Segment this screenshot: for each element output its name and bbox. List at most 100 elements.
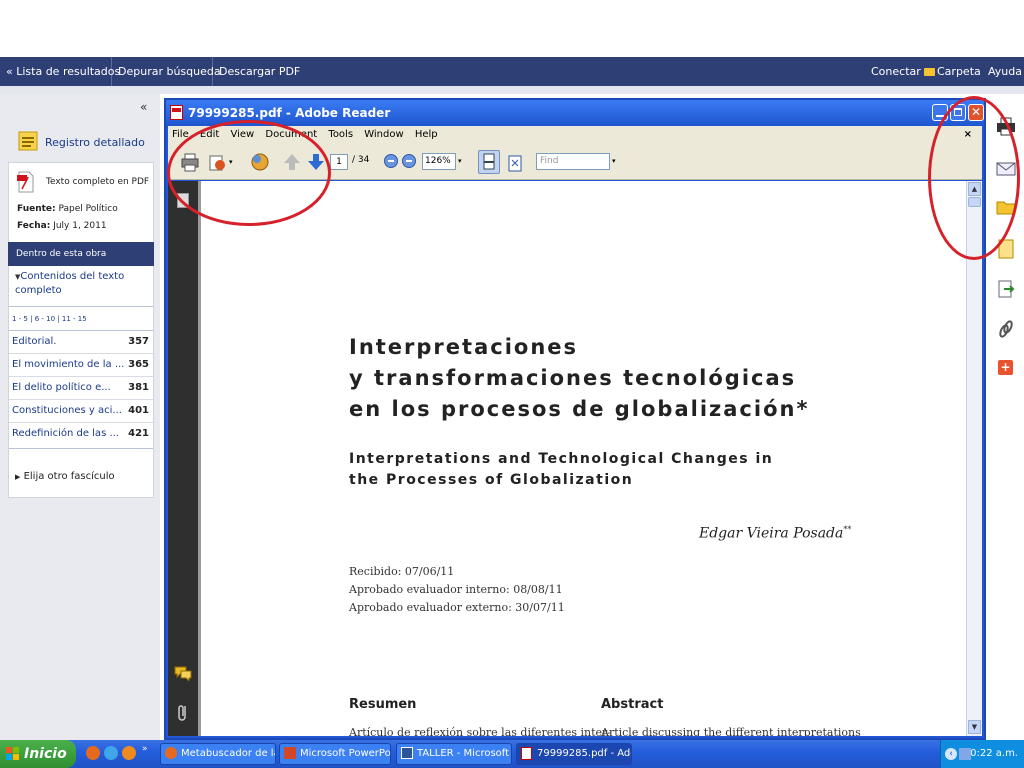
divider	[9, 399, 153, 400]
divider	[9, 376, 153, 377]
item-page: 401	[128, 405, 149, 416]
word-icon	[401, 747, 413, 759]
title-line: Interpretaciones	[349, 335, 579, 359]
clock: 10:22 a.m.	[963, 748, 1018, 759]
nav-divider	[0, 86, 1024, 94]
pdf-app-icon	[170, 105, 183, 120]
zoom-select[interactable]: 126%	[422, 153, 456, 170]
collapse-sidebar-button[interactable]: «	[140, 100, 147, 114]
abstract-heading: Abstract	[601, 697, 664, 712]
page-range-nav: 1 - 5 | 6 - 10 | 11 - 15	[12, 315, 87, 323]
author: Edgar Vieira Posada**	[699, 525, 851, 542]
folder-link[interactable]: Carpeta	[924, 57, 981, 86]
help-link[interactable]: Ayuda	[988, 57, 1022, 86]
date-label: Fecha:	[17, 221, 51, 231]
folder-label: Carpeta	[937, 65, 981, 78]
plus-icon: +	[1000, 360, 1011, 374]
export-button[interactable]	[995, 278, 1017, 300]
list-item[interactable]: El delito político e... 381	[9, 382, 153, 393]
detailed-record-link[interactable]: Registro detallado	[45, 136, 145, 149]
taskbar-item[interactable]: Microsoft PowerPoint ...	[279, 743, 391, 765]
export-icon	[998, 280, 1015, 298]
task-label: Microsoft PowerPoint ...	[300, 748, 391, 759]
comments-icon[interactable]	[174, 665, 192, 681]
fit-page-button[interactable]	[504, 152, 526, 174]
download-pdf-link[interactable]: Descargar PDF	[213, 57, 300, 86]
other-issue-link[interactable]: ▶ Elija otro fascículo	[15, 471, 115, 482]
zoom-out-button[interactable]	[384, 154, 398, 168]
start-button[interactable]: Inicio	[0, 740, 76, 768]
chain-link-icon	[999, 320, 1013, 338]
document-page: Interpretaciones y transformaciones tecn…	[198, 181, 966, 736]
triangle-right-icon: ▶	[15, 473, 21, 481]
add-button[interactable]: +	[998, 360, 1013, 375]
minus-icon	[388, 160, 394, 162]
range-6-10[interactable]: 6 - 10	[35, 315, 55, 323]
taskbar-item[interactable]: TALLER - Microsoft W...	[396, 743, 512, 765]
firefox-icon	[165, 747, 177, 759]
page-number-input[interactable]: 1	[330, 154, 348, 170]
list-item[interactable]: Editorial. 357	[9, 336, 153, 347]
connect-link[interactable]: Conectar	[871, 57, 921, 86]
connect-label: Conectar	[871, 65, 921, 78]
find-input[interactable]: Find	[536, 153, 610, 170]
quicklaunch-more-icon[interactable]: »	[142, 744, 148, 754]
date-line: Aprobado evaluador interno: 08/08/11	[349, 583, 563, 596]
source-row: Fuente: Papel Político	[17, 204, 118, 214]
author-mark: **	[843, 525, 852, 534]
taskbar-item-active[interactable]: 79999285.pdf - Adob...	[516, 743, 632, 765]
divider	[9, 353, 153, 354]
item-label: Constituciones y aci...	[12, 405, 122, 416]
list-item[interactable]: Constituciones y aci... 401	[9, 405, 153, 416]
results-list-label: « Lista de resultados	[6, 65, 121, 78]
task-label: Metabuscador de la B...	[181, 748, 275, 759]
fulltext-pdf-link[interactable]: Texto completo en PDF	[46, 177, 149, 187]
find-dropdown-icon[interactable]: ▾	[612, 157, 616, 165]
single-page-button[interactable]	[478, 150, 500, 174]
paperclip-icon[interactable]	[176, 703, 190, 723]
subtitle-line: Interpretations and Technological Change…	[349, 451, 774, 467]
start-label: Inicio	[24, 746, 67, 762]
vertical-scrollbar[interactable]: ▲ ▼	[966, 181, 982, 736]
windows-logo-icon	[6, 747, 20, 761]
menu-window[interactable]: Window	[364, 129, 403, 140]
results-list-link[interactable]: « Lista de resultados	[0, 57, 120, 86]
chevron-left-icon[interactable]: ‹	[945, 748, 957, 760]
divider	[9, 422, 153, 423]
date-line: Recibido: 07/06/11	[349, 565, 455, 578]
subtitle-line: the Processes of Globalization	[349, 472, 634, 488]
refine-search-link[interactable]: Depurar búsqueda	[112, 57, 221, 86]
contents-card: ▼Contenidos del texto completo 1 - 5 | 6…	[8, 266, 154, 498]
article-subtitle: Interpretations and Technological Change…	[349, 449, 773, 491]
range-1-5[interactable]: 1 - 5	[12, 315, 28, 323]
taskbar-item[interactable]: Metabuscador de la B...	[160, 743, 276, 765]
divider	[9, 330, 153, 331]
task-label: 79999285.pdf - Adob...	[537, 748, 631, 759]
window-title: 79999285.pdf - Adobe Reader	[188, 106, 391, 120]
zoom-dropdown-icon[interactable]: ▾	[458, 157, 462, 165]
record-card: Texto completo en PDF Fuente: Papel Polí…	[8, 162, 154, 244]
title-line: en los procesos de globalización*	[349, 397, 810, 421]
zoom-in-button[interactable]	[402, 154, 416, 168]
scroll-down-icon[interactable]: ▼	[968, 720, 981, 734]
menu-tools[interactable]: Tools	[328, 129, 353, 140]
detailed-record-icon	[18, 130, 38, 152]
divider	[9, 306, 153, 307]
network-icon[interactable]	[959, 748, 971, 760]
firefox-icon[interactable]	[86, 746, 100, 760]
list-item[interactable]: El movimiento de la ... 365	[9, 359, 153, 370]
divider	[9, 448, 153, 449]
media-player-icon[interactable]	[122, 746, 136, 760]
abstract-text: Article discussing the different interpr…	[601, 726, 861, 736]
list-item[interactable]: Redefinición de las ... 421	[9, 428, 153, 439]
internet-explorer-icon[interactable]	[104, 746, 118, 760]
reader-titlebar: 79999285.pdf - Adobe Reader ✕	[166, 100, 984, 126]
link-button[interactable]	[995, 318, 1017, 340]
contents-toggle[interactable]: ▼Contenidos del texto completo	[15, 270, 145, 298]
left-sidebar: « Registro detallado Texto completo en P…	[0, 94, 160, 740]
range-11-15[interactable]: 11 - 15	[62, 315, 87, 323]
author-name: Edgar Vieira Posada	[699, 525, 844, 542]
menu-help[interactable]: Help	[415, 129, 438, 140]
task-label: TALLER - Microsoft W...	[417, 748, 511, 759]
other-issue-label: Elija otro fascículo	[23, 471, 115, 482]
